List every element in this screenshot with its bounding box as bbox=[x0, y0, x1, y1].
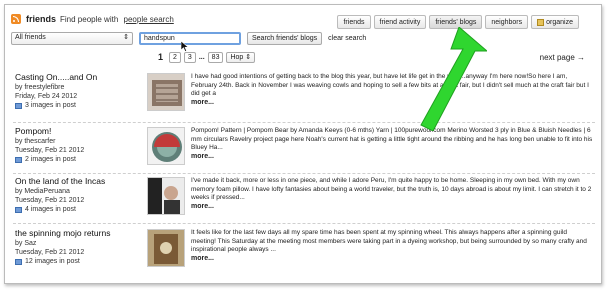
post-meta: On the land of the Incas by MediaPeruana… bbox=[15, 177, 137, 214]
more-link[interactable]: more... bbox=[191, 99, 214, 106]
post-date: Friday, Feb 24 2012 bbox=[15, 93, 78, 100]
friends-scope-value: All friends bbox=[15, 34, 46, 41]
post-divider bbox=[13, 223, 595, 224]
tagline: Find people with people search bbox=[60, 15, 174, 24]
post-meta: the spinning mojo returns by Saz Tuesday… bbox=[15, 229, 137, 266]
page-title: friends bbox=[26, 14, 57, 24]
post-meta: Casting On.....and On by freestylefibre … bbox=[15, 73, 137, 110]
images-icon bbox=[15, 206, 22, 213]
post-thumbnail[interactable] bbox=[147, 229, 185, 267]
page-header: friends Find people with people search bbox=[11, 11, 174, 27]
organize-icon bbox=[537, 18, 545, 26]
post-image-count[interactable]: 4 images in post bbox=[15, 205, 137, 214]
post-title[interactable]: Casting On.....and On bbox=[15, 73, 137, 82]
blog-search-input[interactable]: handspun bbox=[139, 32, 241, 45]
hop-label: Hop bbox=[230, 54, 244, 61]
post-excerpt: I have had good intentions of getting ba… bbox=[191, 73, 593, 107]
post-thumbnail[interactable] bbox=[147, 127, 185, 165]
friends-scope-select[interactable]: All friends ⇕ bbox=[11, 32, 133, 45]
more-link[interactable]: more... bbox=[191, 153, 214, 160]
post-excerpt: Pompom! Pattern | Pompom Bear by Amanda … bbox=[191, 127, 593, 161]
post-author[interactable]: by MediaPeruana bbox=[15, 187, 137, 196]
image-count-label: 12 images in post bbox=[25, 258, 80, 265]
excerpt-text: Pompom! Pattern | Pompom Bear by Amanda … bbox=[191, 127, 593, 151]
excerpt-text: It feels like for the last few days all … bbox=[191, 229, 587, 253]
tab-organize[interactable]: organize bbox=[531, 15, 579, 29]
excerpt-text: I have had good intentions of getting ba… bbox=[191, 73, 589, 97]
post-image-count[interactable]: 2 images in post bbox=[15, 155, 137, 164]
image-count-label: 3 images in post bbox=[25, 102, 76, 109]
post-image-count[interactable]: 3 images in post bbox=[15, 101, 137, 110]
post-excerpt: It feels like for the last few days all … bbox=[191, 229, 593, 263]
clear-search-link[interactable]: clear search bbox=[328, 35, 366, 42]
dropdown-arrows-icon: ⇕ bbox=[123, 34, 129, 41]
post-title[interactable]: Pompom! bbox=[15, 127, 137, 136]
excerpt-text: I've made it back, more or less in one p… bbox=[191, 177, 592, 201]
image-count-label: 2 images in post bbox=[25, 156, 76, 163]
post-title[interactable]: On the land of the Incas bbox=[15, 177, 137, 186]
thumbnail-image bbox=[148, 230, 184, 266]
post-divider bbox=[13, 173, 595, 174]
pagination-ellipsis: ... bbox=[198, 54, 205, 61]
images-icon bbox=[15, 102, 22, 109]
post-author[interactable]: by Saz bbox=[15, 239, 137, 248]
page-3[interactable]: 3 bbox=[183, 52, 196, 63]
post-date: Tuesday, Feb 21 2012 bbox=[15, 249, 85, 256]
friends-blogs-page: friends Find people with people search f… bbox=[4, 4, 602, 284]
tagline-text: Find people with bbox=[60, 14, 119, 24]
search-friends-blogs-button[interactable]: Search friends' blogs bbox=[247, 32, 323, 45]
page-1: 1 bbox=[155, 52, 167, 63]
next-page-link[interactable]: next page → bbox=[540, 53, 585, 62]
pagination: 1 2 3 ... 83 Hop ⇕ bbox=[155, 52, 256, 63]
mouse-cursor-icon bbox=[181, 41, 189, 52]
post-excerpt: I've made it back, more or less in one p… bbox=[191, 177, 593, 211]
post-thumbnail[interactable] bbox=[147, 177, 185, 215]
post-author[interactable]: by thescarfer bbox=[15, 137, 137, 146]
post-date: Tuesday, Feb 21 2012 bbox=[15, 197, 85, 204]
rss-icon[interactable] bbox=[11, 14, 21, 24]
post-meta: Pompom! by thescarfer Tuesday, Feb 21 20… bbox=[15, 127, 137, 164]
tab-neighbors[interactable]: neighbors bbox=[485, 15, 529, 29]
page-last[interactable]: 83 bbox=[207, 52, 224, 63]
post-image-count[interactable]: 12 images in post bbox=[15, 257, 137, 266]
images-icon bbox=[15, 258, 22, 265]
thumbnail-image bbox=[148, 128, 184, 164]
hop-arrows-icon: ⇕ bbox=[245, 54, 252, 61]
people-search-link[interactable]: people search bbox=[124, 15, 174, 24]
page-2[interactable]: 2 bbox=[169, 52, 181, 63]
post-date: Tuesday, Feb 21 2012 bbox=[15, 147, 85, 154]
image-count-label: 4 images in post bbox=[25, 206, 76, 213]
hop-select[interactable]: Hop ⇕ bbox=[226, 52, 256, 63]
thumbnail-image bbox=[148, 178, 184, 214]
tab-organize-label: organize bbox=[546, 19, 573, 26]
images-icon bbox=[15, 156, 22, 163]
post-thumbnail[interactable] bbox=[147, 73, 185, 111]
more-link[interactable]: more... bbox=[191, 255, 214, 262]
annotation-arrow-icon bbox=[420, 27, 487, 131]
post-title[interactable]: the spinning mojo returns bbox=[15, 229, 137, 238]
thumbnail-image bbox=[148, 74, 184, 110]
tab-friends[interactable]: friends bbox=[337, 15, 371, 29]
post-author[interactable]: by freestylefibre bbox=[15, 83, 137, 92]
more-link[interactable]: more... bbox=[191, 203, 214, 210]
post-divider bbox=[13, 122, 595, 123]
